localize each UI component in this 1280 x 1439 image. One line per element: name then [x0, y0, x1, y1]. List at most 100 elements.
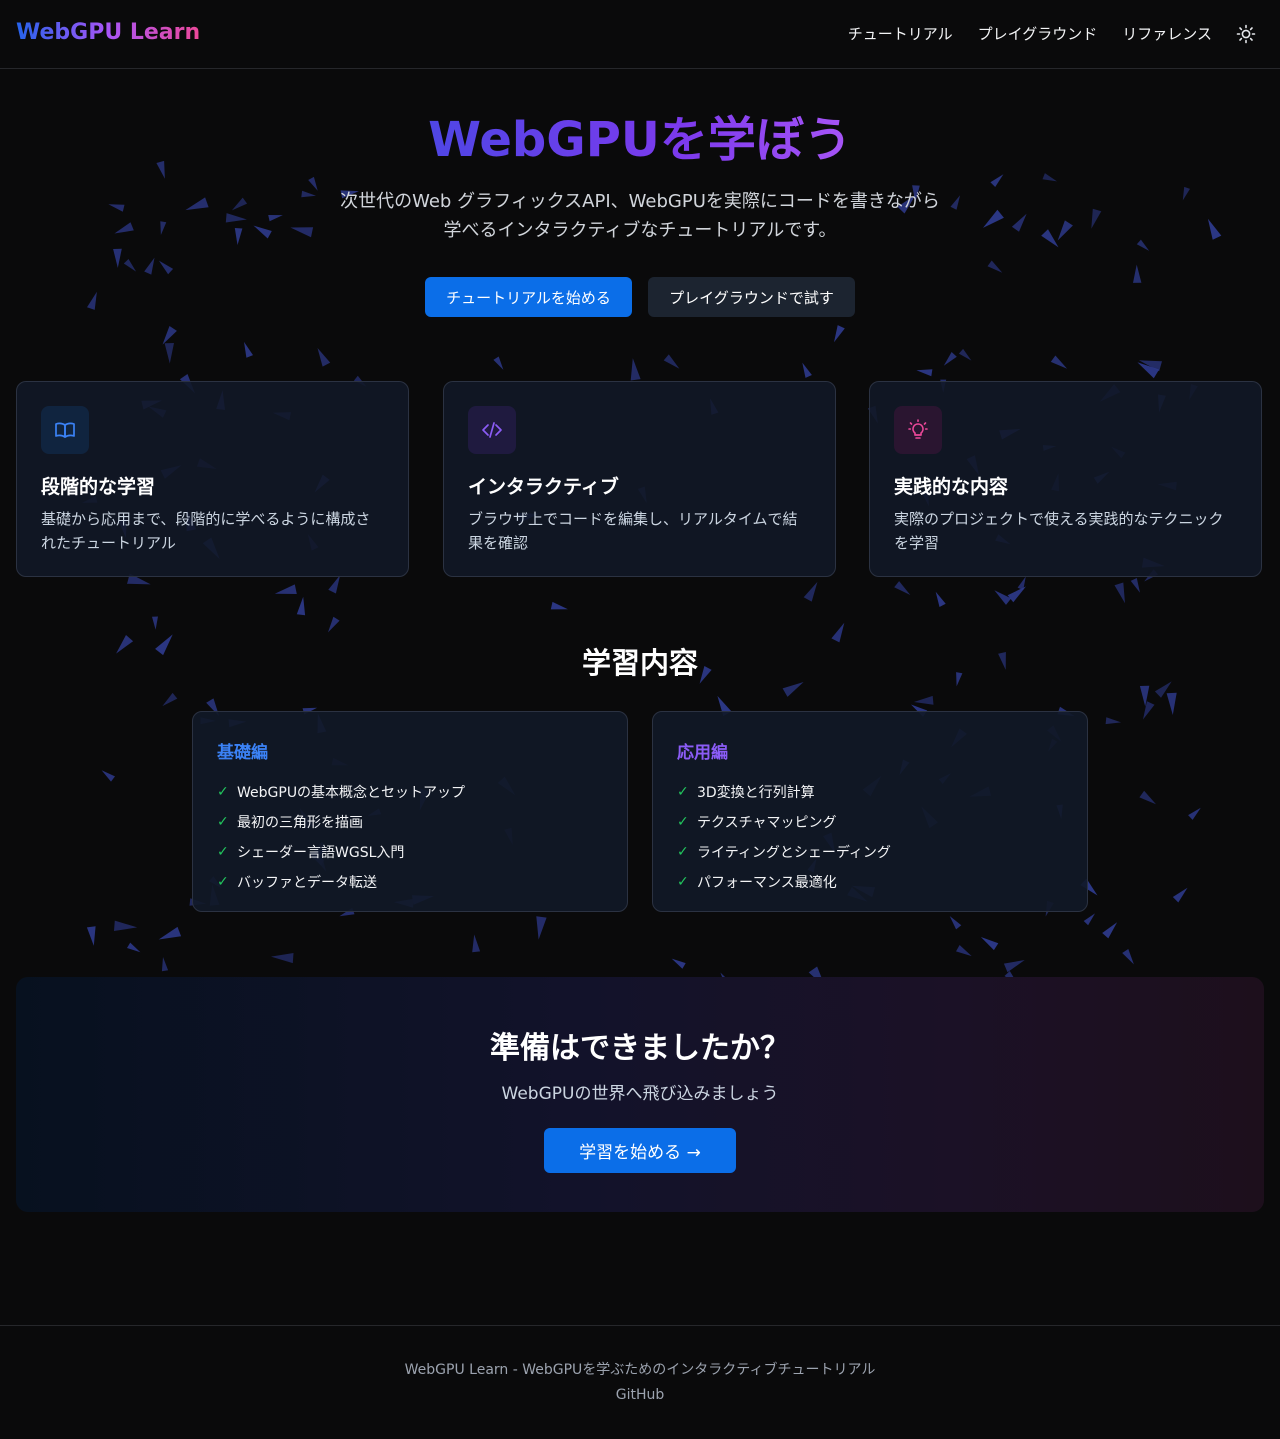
particle-triangle [980, 937, 999, 951]
particle-triangle [671, 958, 686, 969]
list-item: ✓ WebGPUの基本概念とセットアップ [217, 777, 603, 807]
particle-triangle [160, 221, 167, 235]
list-item: ✓ 3D変換と行列計算 [677, 777, 1063, 807]
particle-triangle [1017, 576, 1026, 591]
particle-triangle [916, 369, 933, 377]
particle-triangle [956, 945, 972, 957]
list-item-label: テクスチャマッピング [697, 815, 837, 831]
feature-card-practical: 実践的な内容 実際のプロジェクトで使える実践的なテクニックを学習 [869, 381, 1262, 577]
particle-triangle [1122, 949, 1134, 965]
particle-triangle [164, 343, 174, 364]
check-icon: ✓ [217, 874, 229, 890]
particle-triangle [803, 581, 818, 602]
feature-card-interactive: インタラクティブ ブラウザ上でコードを編集し、リアルタイムで結果を確認 [443, 381, 836, 577]
curriculum-card-advanced: 応用編 ✓ 3D変換と行列計算 ✓ テクスチャマッピング ✓ ライティングとシェーディ… [652, 711, 1088, 912]
hero-subtitle: 次世代のWeb グラフィックスAPI、WebGPUを実際にコードを書きながら 学… [290, 187, 990, 245]
feature-icon-box [894, 406, 942, 454]
nav-link-reference[interactable]: リファレンス [1122, 23, 1212, 44]
feature-icon-box [468, 406, 516, 454]
list-item-label: バッファとデータ転送 [237, 875, 377, 891]
particle-triangle [834, 325, 845, 343]
check-icon: ✓ [677, 874, 689, 890]
particle-triangle [1139, 685, 1150, 707]
try-playground-button[interactable]: プレイグラウンドで試す [648, 277, 855, 317]
list-item: ✓ 最初の三角形を描画 [217, 807, 603, 837]
main-nav: チュートリアル プレイグラウンド リファレンス [848, 23, 1212, 44]
feature-description: 基礎から応用まで、段階的に学べるように構成されたチュートリアル [41, 510, 371, 552]
hero-title-text: WebGPUを学ぼう [428, 112, 852, 168]
check-icon: ✓ [677, 814, 689, 830]
particle-triangle [1083, 913, 1095, 926]
particle-triangle [1207, 218, 1222, 240]
check-icon: ✓ [677, 844, 689, 860]
particle-triangle [144, 257, 155, 275]
list-item: ✓ テクスチャマッピング [677, 807, 1063, 837]
particle-triangle [536, 916, 547, 940]
particle-triangle [162, 692, 178, 707]
nav-link-tutorial[interactable]: チュートリアル [848, 23, 953, 44]
curriculum-basic-list: ✓ WebGPUの基本概念とセットアップ ✓ 最初の三角形を描画 ✓ シェーダー言語W… [217, 777, 603, 897]
curriculum-basic-title: 基礎編 [217, 743, 268, 763]
particle-triangle [1143, 701, 1155, 720]
particle-triangle [550, 601, 568, 610]
particle-triangle [493, 356, 504, 370]
particle-triangle [86, 926, 96, 946]
hero-title: WebGPUを学ぼう [0, 110, 1280, 170]
particle-triangle [782, 682, 804, 697]
particle-triangle [114, 920, 138, 931]
particle-triangle [630, 358, 641, 381]
check-icon: ✓ [217, 784, 229, 800]
nav-link-playground[interactable]: プレイグラウンド [978, 23, 1098, 44]
particle-triangle [663, 354, 680, 369]
theme-toggle-button[interactable] [1234, 22, 1258, 46]
particle-triangle [158, 260, 174, 275]
cta-title: 準備はできましたか？ [490, 1031, 790, 1066]
particle-triangle [244, 341, 253, 358]
list-item-label: ライティングとシェーディング [697, 845, 891, 861]
particle-triangle [1133, 264, 1142, 283]
list-item: ✓ シェーダー言語WGSL入門 [217, 837, 603, 867]
particle-triangle [185, 197, 209, 211]
particle-triangle [949, 916, 962, 930]
particle-triangle [127, 942, 141, 953]
particle-triangle [123, 259, 137, 272]
particle-triangle [472, 934, 481, 953]
particle-triangle [1091, 208, 1102, 229]
feature-icon-box [41, 406, 89, 454]
cta-subtitle: WebGPUの世界へ飛び込みましょう [501, 1084, 779, 1104]
particle-triangle [1188, 807, 1201, 820]
list-item-label: 最初の三角形を描画 [237, 815, 363, 831]
particle-triangle [328, 575, 341, 594]
github-link[interactable]: GitHub [0, 1387, 1280, 1403]
list-item: ✓ バッファとデータ転送 [217, 867, 603, 897]
footer-text: WebGPU Learn - WebGPUを学ぶためのインタラクティブチュートリ… [404, 1362, 876, 1378]
particle-triangle [317, 348, 331, 367]
particle-triangle [1154, 681, 1172, 698]
start-tutorial-button[interactable]: チュートリアルを始める [425, 277, 632, 317]
curriculum-advanced-list: ✓ 3D変換と行列計算 ✓ テクスチャマッピング ✓ ライティングとシェーディング ✓… [677, 777, 1063, 897]
particle-triangle [274, 584, 297, 594]
site-logo[interactable]: WebGPU Learn [16, 20, 200, 45]
particle-triangle [1011, 213, 1027, 232]
lightbulb-icon [908, 419, 928, 439]
particle-triangle [1136, 239, 1150, 251]
particle-triangle [161, 957, 169, 972]
particle-triangle [113, 248, 122, 268]
particle-triangle [231, 197, 248, 211]
check-icon: ✓ [677, 784, 689, 800]
list-item-label: シェーダー言語WGSL入門 [237, 845, 405, 861]
particle-triangle [958, 348, 972, 361]
particle-triangle [1138, 360, 1162, 372]
start-learning-button[interactable]: 学習を始める → [544, 1128, 736, 1173]
list-item: ✓ ライティングとシェーディング [677, 837, 1063, 867]
feature-title: 段階的な学習 [41, 476, 156, 498]
particle-triangle [101, 770, 115, 782]
particle-triangle [158, 926, 182, 940]
particle-triangle [1130, 578, 1140, 593]
particle-triangle [802, 362, 812, 378]
particle-triangle [1102, 922, 1118, 939]
particle-triangle [87, 291, 97, 310]
particle-triangle [1172, 887, 1188, 903]
particle-triangle [1041, 229, 1059, 248]
sun-icon [1236, 24, 1256, 44]
